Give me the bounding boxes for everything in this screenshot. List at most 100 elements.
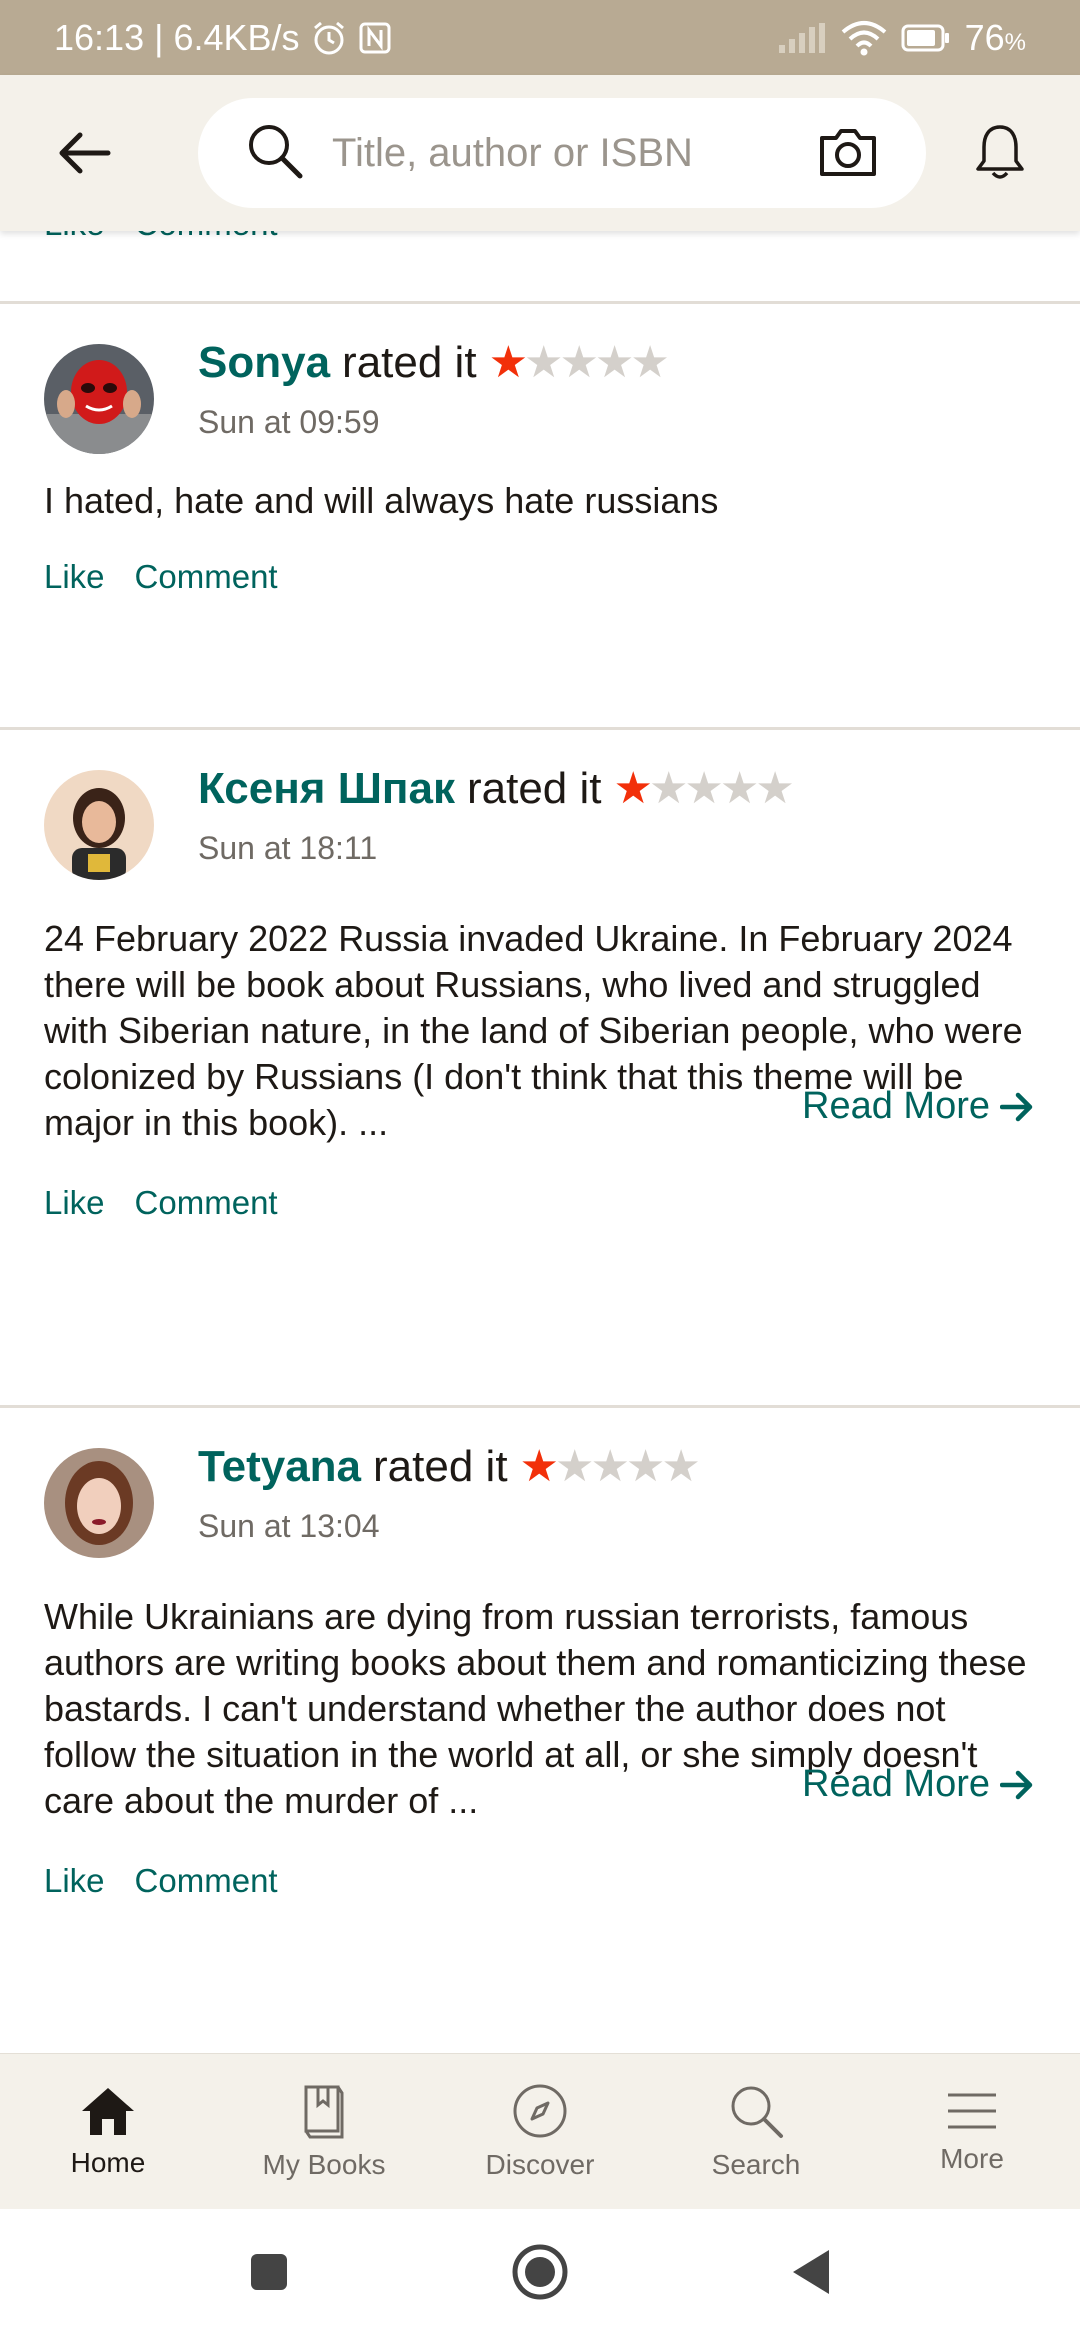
reviewer-line: Tetyana rated it ★ ★ ★ ★ ★	[198, 1442, 701, 1492]
triangle-back-icon	[793, 2250, 829, 2294]
menu-icon	[948, 2093, 996, 2128]
search-placeholder: Title, author or ISBN	[332, 130, 693, 175]
star-empty-icon: ★	[661, 1442, 701, 1491]
rated-label: rated it	[466, 764, 602, 813]
status-right: 76%	[777, 17, 1026, 59]
like-link[interactable]: Like	[44, 1862, 105, 1900]
star-empty-icon: ★	[755, 764, 795, 813]
nav-my-books[interactable]: My Books	[216, 2054, 432, 2209]
comment-link[interactable]: Comment	[135, 558, 278, 596]
nav-home[interactable]: Home	[0, 2054, 216, 2209]
avatar-image	[44, 1448, 154, 1558]
nav-discover[interactable]: Discover	[432, 2054, 648, 2209]
avatar[interactable]	[44, 344, 154, 454]
review-feed[interactable]: Like Comment Sonya rated it ★ ★ ★	[0, 231, 1080, 2053]
wifi-icon	[841, 20, 887, 56]
comment-link[interactable]: Comment	[135, 1862, 278, 1900]
status-left: 16:13 | 6.4KB/s	[54, 17, 392, 59]
top-header: Title, author or ISBN	[0, 75, 1080, 231]
recent-apps-button[interactable]	[247, 2250, 291, 2299]
review-time: Sun at 09:59	[198, 404, 380, 440]
star-filled-icon: ★	[488, 338, 529, 387]
star-filled-icon: ★	[613, 764, 654, 813]
avatar[interactable]	[44, 1448, 154, 1558]
divider	[0, 1405, 1080, 1408]
comment-link[interactable]: Comment	[135, 231, 278, 243]
reviewer-line: Ксеня Шпак rated it ★ ★ ★ ★ ★	[198, 764, 795, 814]
bottom-navigation: Home My Books Discover Search More	[0, 2053, 1080, 2209]
read-more-label: Read More	[802, 1763, 990, 1805]
back-arrow-icon	[59, 132, 111, 174]
nav-label: Discover	[485, 2148, 595, 2180]
search-icon	[246, 122, 304, 185]
status-speed: 6.4KB/s	[173, 16, 300, 58]
battery-level: 76%	[964, 16, 1026, 58]
comment-link[interactable]: Comment	[135, 1184, 278, 1222]
rated-label: rated it	[373, 1442, 508, 1491]
review-text: I hated, hate and will always hate russi…	[44, 480, 719, 521]
divider	[0, 301, 1080, 304]
star-rating: ★ ★ ★ ★ ★	[613, 764, 795, 813]
system-back-button[interactable]	[789, 2247, 833, 2302]
camera-icon	[820, 129, 876, 176]
review-time: Sun at 13:04	[198, 1508, 380, 1544]
bell-icon	[976, 125, 1024, 179]
nav-search[interactable]: Search	[648, 2054, 864, 2209]
reviewer-name[interactable]: Sonya	[198, 338, 330, 388]
star-empty-icon: ★	[524, 338, 564, 387]
notifications-button[interactable]	[975, 123, 1025, 186]
search-input[interactable]: Title, author or ISBN	[198, 98, 926, 208]
back-button[interactable]	[54, 125, 114, 181]
status-bar: 16:13 | 6.4KB/s 76%	[0, 0, 1080, 75]
divider	[0, 727, 1080, 730]
previous-review-actions: Like Comment	[44, 231, 278, 243]
read-more-label: Read More	[802, 1085, 990, 1127]
nav-label: Search	[711, 2148, 801, 2180]
star-empty-icon: ★	[559, 338, 599, 387]
star-empty-icon: ★	[594, 338, 635, 387]
arrow-right-icon	[1000, 1092, 1033, 1121]
rated-label: rated it	[342, 338, 477, 387]
search-icon	[731, 2086, 783, 2138]
star-empty-icon: ★	[625, 1442, 666, 1491]
avatar-image	[44, 344, 154, 454]
star-filled-icon: ★	[519, 1442, 560, 1491]
reviewer-name[interactable]: Ксеня Шпак	[198, 764, 455, 814]
read-more-link[interactable]: Read More	[802, 1085, 1036, 1128]
avatar[interactable]	[44, 770, 154, 880]
battery-icon	[901, 23, 951, 53]
nfc-icon	[358, 21, 392, 55]
star-empty-icon: ★	[648, 764, 689, 813]
read-more-link[interactable]: Read More	[802, 1763, 1036, 1806]
like-link[interactable]: Like	[44, 1184, 105, 1222]
star-empty-icon: ★	[719, 764, 760, 813]
camera-scan-button[interactable]	[818, 126, 878, 183]
nav-more[interactable]: More	[864, 2054, 1080, 2209]
reviewer-line: Sonya rated it ★ ★ ★ ★ ★	[198, 338, 670, 388]
home-system-button[interactable]	[511, 2243, 569, 2306]
star-empty-icon: ★	[630, 338, 670, 387]
status-separator: |	[154, 16, 164, 58]
status-time: 16:13	[54, 16, 145, 58]
compass-icon	[513, 2084, 567, 2137]
reviewer-name[interactable]: Tetyana	[198, 1442, 361, 1492]
alarm-icon	[310, 19, 348, 57]
star-empty-icon: ★	[555, 1442, 595, 1491]
circle-icon	[512, 2244, 568, 2300]
nav-label: Home	[70, 2146, 146, 2178]
star-rating: ★ ★ ★ ★ ★	[519, 1442, 701, 1491]
star-empty-icon: ★	[684, 764, 724, 813]
review-actions: Like Comment	[44, 1184, 278, 1222]
home-icon	[82, 2087, 134, 2135]
like-link[interactable]: Like	[44, 558, 105, 596]
review-actions: Like Comment	[44, 1862, 278, 1900]
like-link[interactable]: Like	[44, 231, 105, 243]
books-icon	[304, 2085, 344, 2138]
avatar-image	[44, 770, 154, 880]
nav-label: My Books	[262, 2148, 386, 2180]
system-navigation-bar	[0, 2209, 1080, 2340]
square-icon	[251, 2254, 287, 2290]
nav-label: More	[940, 2142, 1004, 2174]
signal-icon	[777, 22, 827, 53]
review-actions: Like Comment	[44, 558, 278, 596]
